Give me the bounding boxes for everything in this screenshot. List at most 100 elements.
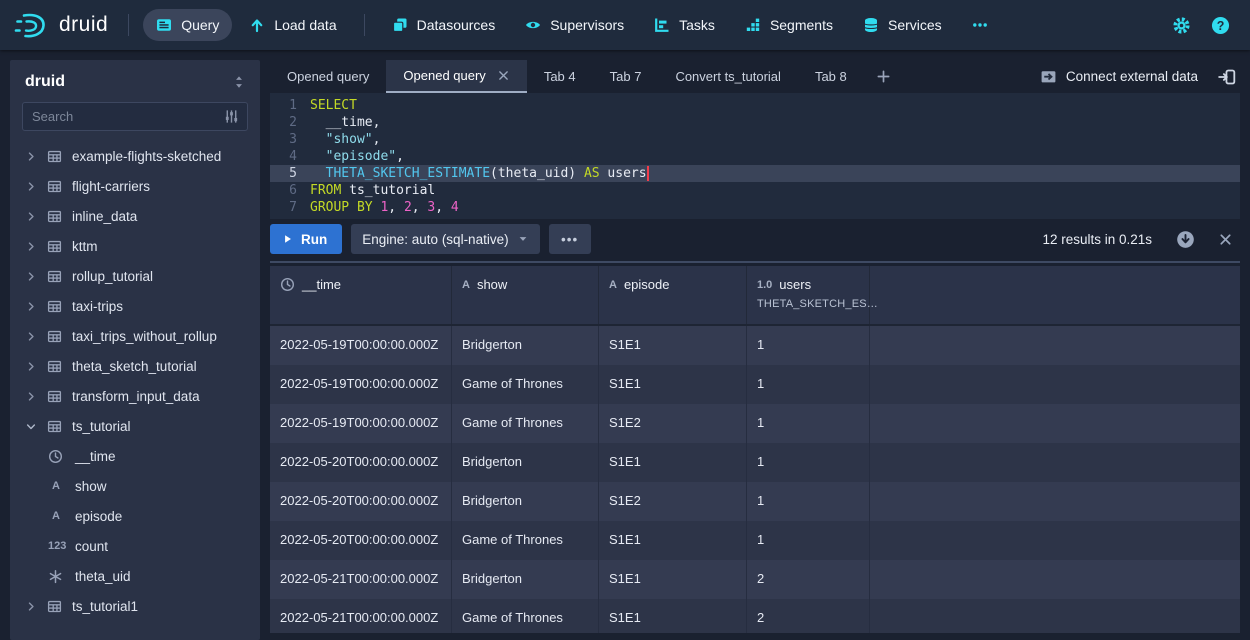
cell-show[interactable]: Bridgerton xyxy=(452,326,599,365)
chevron-right-icon[interactable] xyxy=(25,180,37,193)
cell-episode[interactable]: S1E1 xyxy=(599,560,747,599)
cell-episode[interactable]: S1E1 xyxy=(599,326,747,365)
close-results-icon[interactable] xyxy=(1211,232,1240,247)
cell-users[interactable]: 1 xyxy=(747,482,870,521)
column-header-time[interactable]: __time xyxy=(270,266,452,324)
cell-episode[interactable]: S1E1 xyxy=(599,521,747,560)
help-icon[interactable]: ? xyxy=(1211,16,1230,35)
sidebar-datasource-transform-input-data[interactable]: transform_input_data xyxy=(10,381,260,411)
sidebar-datasource-rollup-tutorial[interactable]: rollup_tutorial xyxy=(10,261,260,291)
sidebar-column-theta-uid[interactable]: theta_uid xyxy=(10,561,260,591)
cell-episode[interactable]: S1E1 xyxy=(599,599,747,633)
editor-line-1[interactable]: 1SELECT xyxy=(270,97,1240,114)
editor-line-7[interactable]: 7GROUP BY 1, 2, 3, 4 xyxy=(270,199,1240,216)
cell-users[interactable]: 1 xyxy=(747,326,870,365)
chevron-right-icon[interactable] xyxy=(25,210,37,223)
cell-show[interactable]: Bridgerton xyxy=(452,443,599,482)
cell-episode[interactable]: S1E2 xyxy=(599,482,747,521)
cell-users[interactable]: 1 xyxy=(747,404,870,443)
nav-item-load-data[interactable]: Load data xyxy=(236,9,349,41)
chevron-right-icon[interactable] xyxy=(25,150,37,163)
engine-select-button[interactable]: Engine: auto (sql-native) xyxy=(351,224,539,254)
column-header-users[interactable]: 1.0usersTHETA_SKETCH_ES… xyxy=(747,266,870,324)
chevron-right-icon[interactable] xyxy=(25,390,37,403)
run-button[interactable]: Run xyxy=(270,224,342,254)
query-tab-tab-4-2[interactable]: Tab 4 xyxy=(527,60,593,93)
chevron-right-icon[interactable] xyxy=(25,600,37,613)
sidebar-datasource-taxi-trips[interactable]: taxi-trips xyxy=(10,291,260,321)
nav-item-item[interactable] xyxy=(959,9,1001,41)
query-tab-opened-query-1[interactable]: Opened query xyxy=(386,60,526,93)
nav-item-segments[interactable]: Segments xyxy=(732,9,846,41)
sidebar-datasource-theta-sketch-tutorial[interactable]: theta_sketch_tutorial xyxy=(10,351,260,381)
chevron-right-icon[interactable] xyxy=(25,330,37,343)
nav-item-services[interactable]: Services xyxy=(850,9,955,41)
cell-time[interactable]: 2022-05-19T00:00:00.000Z xyxy=(270,326,452,365)
connect-external-data-button[interactable]: Connect external data xyxy=(1030,60,1208,93)
cell-users[interactable]: 1 xyxy=(747,443,870,482)
cell-episode[interactable]: S1E1 xyxy=(599,443,747,482)
nav-item-query[interactable]: Query xyxy=(143,9,232,41)
cell-episode[interactable]: S1E1 xyxy=(599,365,747,404)
cell-time[interactable]: 2022-05-20T00:00:00.000Z xyxy=(270,443,452,482)
sidebar-datasource-inline-data[interactable]: inline_data xyxy=(10,201,260,231)
cell-time[interactable]: 2022-05-20T00:00:00.000Z xyxy=(270,482,452,521)
cell-users[interactable]: 1 xyxy=(747,365,870,404)
editor-line-4[interactable]: 4 "episode", xyxy=(270,148,1240,165)
cell-show[interactable]: Bridgerton xyxy=(452,560,599,599)
cell-time[interactable]: 2022-05-21T00:00:00.000Z xyxy=(270,599,452,633)
sidebar-datasource-ts-tutorial1[interactable]: ts_tutorial1 xyxy=(10,591,260,621)
chevron-down-icon[interactable] xyxy=(25,420,37,433)
gear-icon[interactable] xyxy=(1172,16,1191,35)
sql-editor[interactable]: 1SELECT2 __time,3 "show",4 "episode",5 T… xyxy=(270,93,1240,219)
sidebar-column-episode[interactable]: Aepisode xyxy=(10,501,260,531)
editor-line-2[interactable]: 2 __time, xyxy=(270,114,1240,131)
sidebar-column-show[interactable]: Ashow xyxy=(10,471,260,501)
query-tab-opened-query-0[interactable]: Opened query xyxy=(270,60,386,93)
cell-users[interactable]: 2 xyxy=(747,599,870,633)
cell-show[interactable]: Game of Thrones xyxy=(452,521,599,560)
cell-time[interactable]: 2022-05-19T00:00:00.000Z xyxy=(270,365,452,404)
side-drawer-toggle-icon[interactable] xyxy=(1208,60,1240,93)
nav-item-supervisors[interactable]: Supervisors xyxy=(512,9,637,41)
double-caret-sort-icon[interactable] xyxy=(232,75,246,89)
search-input[interactable] xyxy=(32,109,224,124)
cell-show[interactable]: Game of Thrones xyxy=(452,599,599,633)
query-tab-convert-ts-tutorial-4[interactable]: Convert ts_tutorial xyxy=(658,60,798,93)
nav-item-tasks[interactable]: Tasks xyxy=(641,9,728,41)
cell-episode[interactable]: S1E2 xyxy=(599,404,747,443)
more-options-button[interactable]: ••• xyxy=(549,224,591,254)
cell-show[interactable]: Game of Thrones xyxy=(452,404,599,443)
chevron-right-icon[interactable] xyxy=(25,240,37,253)
chevron-right-icon[interactable] xyxy=(25,300,37,313)
sidebar-column-time[interactable]: __time xyxy=(10,441,260,471)
editor-line-3[interactable]: 3 "show", xyxy=(270,131,1240,148)
sidebar-column-count[interactable]: 123count xyxy=(10,531,260,561)
cell-time[interactable]: 2022-05-21T00:00:00.000Z xyxy=(270,560,452,599)
query-tab-tab-8-5[interactable]: Tab 8 xyxy=(798,60,864,93)
editor-line-6[interactable]: 6FROM ts_tutorial xyxy=(270,182,1240,199)
sidebar-datasource-flight-carriers[interactable]: flight-carriers xyxy=(10,171,260,201)
druid-brand[interactable]: druid xyxy=(14,10,108,40)
cell-show[interactable]: Bridgerton xyxy=(452,482,599,521)
cell-users[interactable]: 2 xyxy=(747,560,870,599)
query-tab-tab-7-3[interactable]: Tab 7 xyxy=(593,60,659,93)
cell-time[interactable]: 2022-05-19T00:00:00.000Z xyxy=(270,404,452,443)
column-header-episode[interactable]: Aepisode xyxy=(599,266,747,324)
sidebar-datasource-example-flights-sketched[interactable]: example-flights-sketched xyxy=(10,141,260,171)
tab-close-icon[interactable] xyxy=(497,69,510,82)
sidebar-datasource-kttm[interactable]: kttm xyxy=(10,231,260,261)
sidebar-datasource-taxi-trips-without-rollup[interactable]: taxi_trips_without_rollup xyxy=(10,321,260,351)
chevron-right-icon[interactable] xyxy=(25,360,37,373)
chevron-right-icon[interactable] xyxy=(25,270,37,283)
new-tab-button[interactable] xyxy=(864,60,903,93)
cell-users[interactable]: 1 xyxy=(747,521,870,560)
sidebar-datasource-ts-tutorial[interactable]: ts_tutorial xyxy=(10,411,260,441)
editor-line-5[interactable]: 5 THETA_SKETCH_ESTIMATE(theta_uid) AS us… xyxy=(270,165,1240,182)
download-icon[interactable] xyxy=(1169,230,1202,249)
cell-time[interactable]: 2022-05-20T00:00:00.000Z xyxy=(270,521,452,560)
filter-sliders-icon[interactable] xyxy=(224,109,239,124)
cell-show[interactable]: Game of Thrones xyxy=(452,365,599,404)
nav-item-datasources[interactable]: Datasources xyxy=(379,9,509,41)
column-header-show[interactable]: Ashow xyxy=(452,266,599,324)
